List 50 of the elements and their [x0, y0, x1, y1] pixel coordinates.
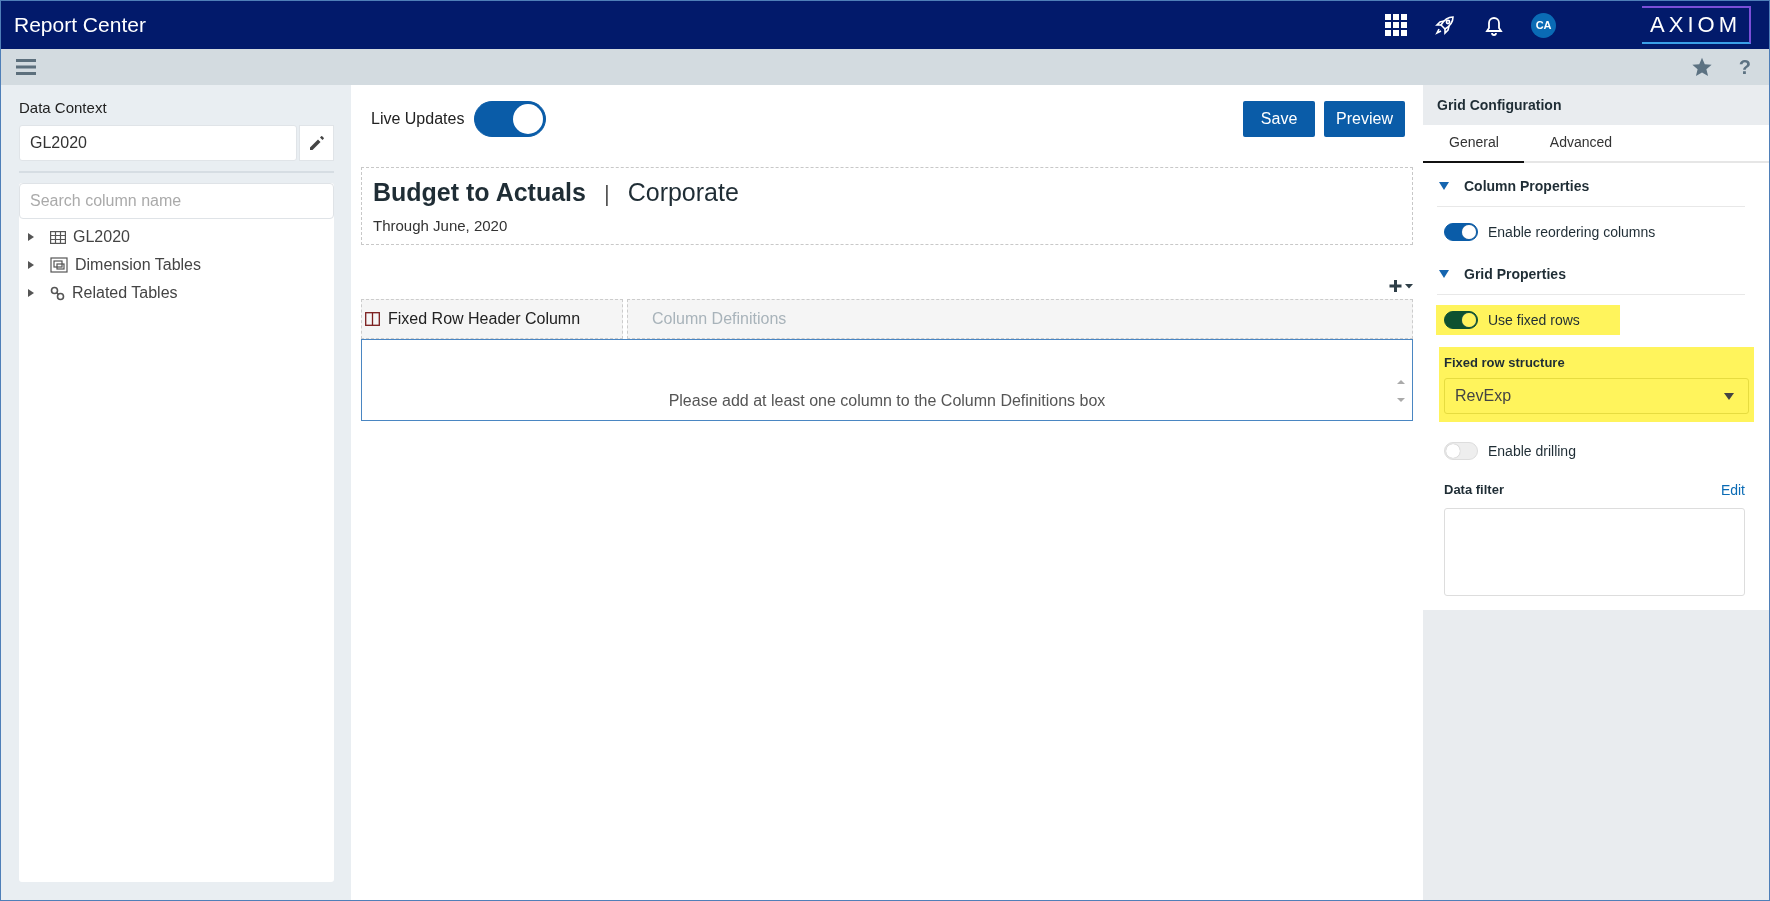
data-context-label: Data Context [19, 99, 108, 116]
tree-item[interactable]: Related Tables [19, 279, 186, 307]
toggle-switch[interactable] [1444, 223, 1478, 241]
star-icon[interactable] [1690, 56, 1713, 78]
toggle-label: Use fixed rows [1488, 312, 1580, 328]
section-header[interactable]: Grid Properties [1437, 251, 1745, 295]
logo: AXIOM [1642, 6, 1751, 44]
empty-grid-message: Please add at least one column to the Column Definitions box [668, 392, 1106, 410]
apps-grid-icon[interactable] [1385, 14, 1408, 36]
live-updates-toggle[interactable] [474, 101, 547, 137]
edit-button[interactable] [299, 125, 334, 161]
expand-caret-icon[interactable] [27, 232, 35, 242]
add-dropdown-icon[interactable] [1389, 279, 1413, 293]
app-title: Report Center [14, 13, 146, 37]
tree-item[interactable]: GL2020 [19, 223, 138, 251]
report-subtitle: Corporate [627, 178, 739, 207]
pencil-icon [307, 134, 326, 152]
menu-icon[interactable] [16, 59, 36, 75]
expand-caret-icon[interactable] [27, 260, 35, 270]
toggle-label: Enable drilling [1488, 443, 1576, 459]
report-title: Budget to Actuals [373, 178, 586, 207]
report-period: Through June, 2020 [373, 217, 509, 234]
live-updates-label: Live Updates [371, 110, 465, 128]
fixed-row-header-column[interactable]: Fixed Row Header Column [361, 299, 623, 339]
field-label: Fixed row structure [1444, 355, 1566, 370]
field-label: Data filter [1444, 482, 1504, 498]
toggle-label: Enable reordering columns [1488, 224, 1656, 240]
help-icon[interactable]: ? [1738, 55, 1751, 79]
table-icon [50, 230, 66, 244]
columns-icon [365, 312, 380, 326]
dropdown-field[interactable]: RevExp [1444, 378, 1749, 414]
tree-item[interactable]: Dimension Tables [19, 251, 209, 279]
preview-button[interactable]: Preview [1324, 101, 1405, 137]
data-filter-field[interactable] [1444, 508, 1745, 596]
user-avatar[interactable]: CA [1531, 12, 1557, 38]
scrollbar-arrows-icon[interactable] [1396, 378, 1406, 404]
toggle-switch[interactable] [1444, 311, 1478, 329]
dropdown-caret-icon [1724, 392, 1734, 400]
edit-link[interactable]: Edit [1720, 482, 1745, 498]
tab[interactable]: General [1423, 125, 1524, 163]
data-context-field[interactable]: GL2020 [19, 125, 297, 161]
section-header[interactable]: Column Properties [1437, 163, 1745, 207]
nested-squares-icon [50, 257, 68, 273]
tab[interactable]: Advanced [1523, 125, 1638, 163]
search-field[interactable]: Search column name [19, 183, 334, 219]
link-icon [50, 285, 65, 301]
save-button[interactable]: Save [1243, 101, 1316, 137]
title-separator: | [603, 181, 610, 207]
expand-caret-icon[interactable] [27, 288, 35, 298]
panel-title: Grid Configuration [1437, 97, 1562, 113]
